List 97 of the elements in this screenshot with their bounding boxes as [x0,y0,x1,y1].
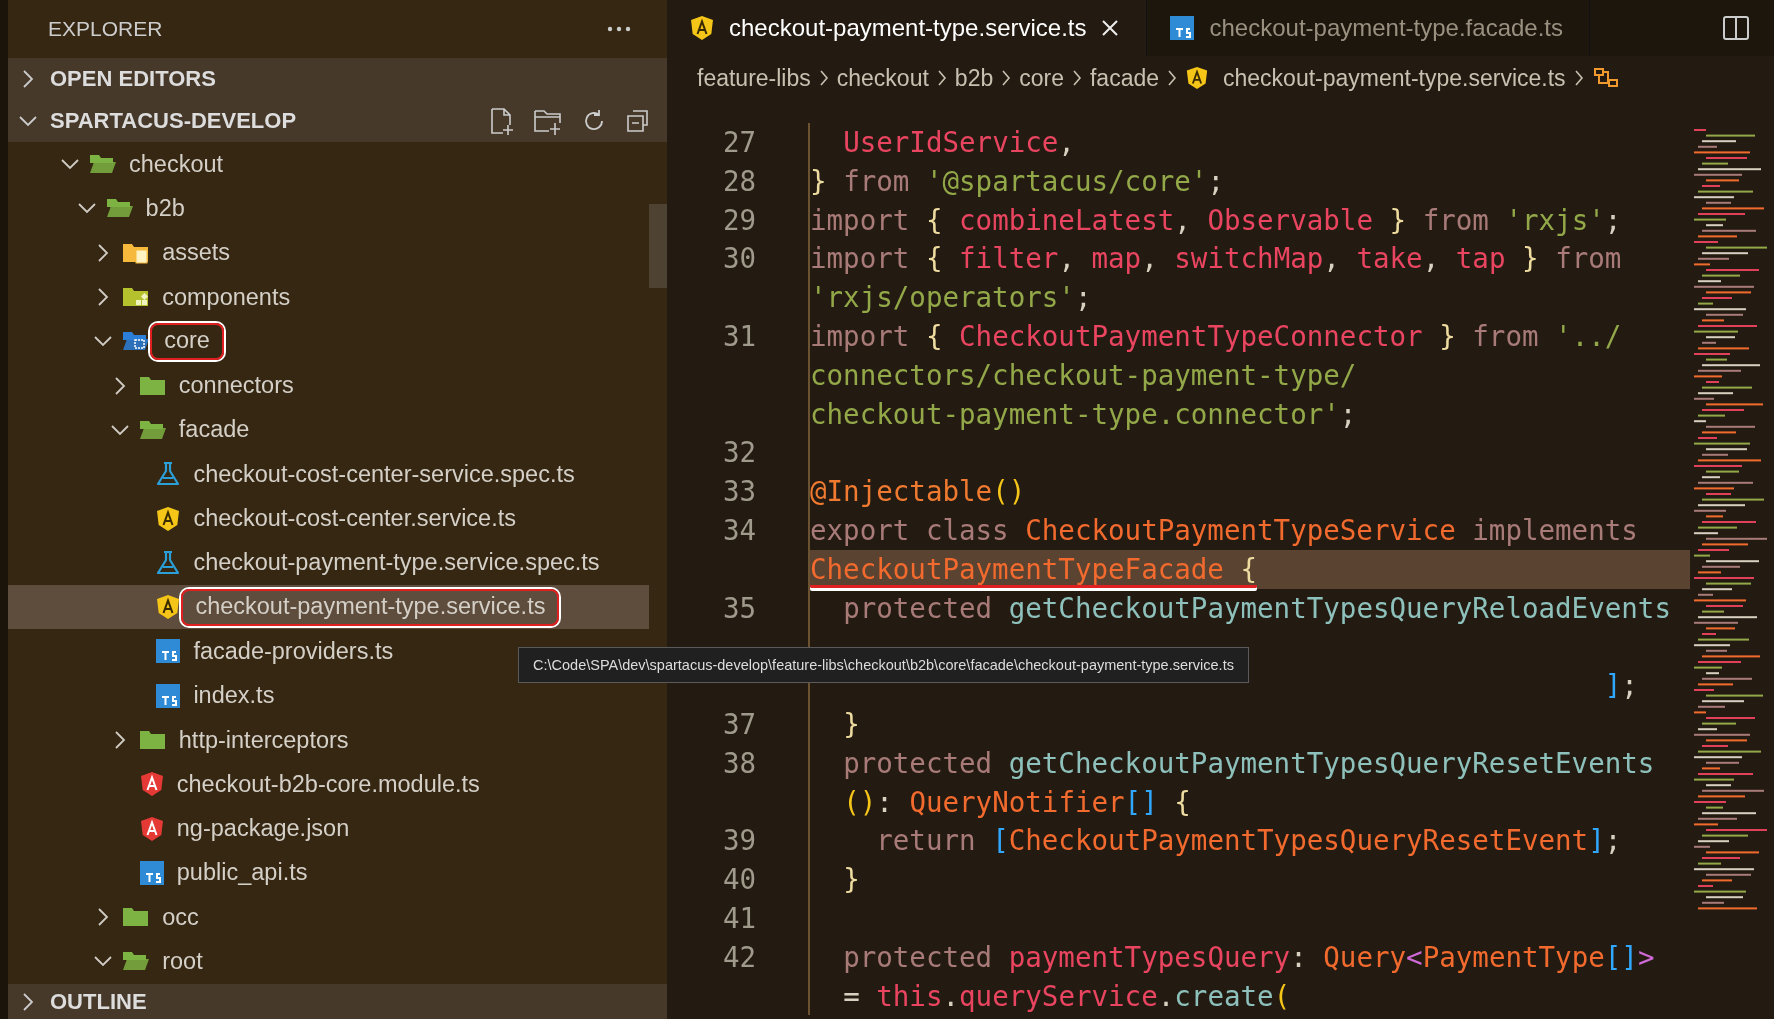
chevron-icon [1573,69,1584,87]
breadcrumb-item[interactable]: core [1019,64,1064,92]
code-line: (): QueryNotifier[] { [843,785,1191,818]
line-number: 33 [722,475,756,508]
new-file-icon[interactable] [489,107,515,135]
tree-item[interactable]: core [8,319,232,364]
panel-title: EXPLORER [48,17,163,41]
tree-item[interactable]: components [8,274,299,320]
code-line: protected getCheckoutPaymentTypesQueryReloadEvents [843,591,1671,624]
folder-icon [138,728,167,752]
shield-icon [138,815,165,842]
code-line: ]; [1604,669,1638,702]
code-line: } from '@spartacus/core'; [810,164,1224,197]
breadcrumb-item[interactable]: b2b [954,64,994,92]
chevron-icon [1071,69,1082,87]
line-number: 31 [722,320,756,352]
tree-item[interactable]: index.ts [8,673,283,718]
line-number: 32 [722,436,756,469]
chevron-icon [936,69,947,87]
breadcrumb-item[interactable]: feature-libs [697,64,811,92]
ts-file-icon [155,638,182,665]
code-line: connectors/checkout-payment-type/ [810,358,1357,391]
code-line: = this.queryService.create( [843,979,1291,1012]
shield-icon [138,771,165,798]
line-number: 27 [722,126,756,158]
annotation-frame: core [150,322,224,360]
tree-item[interactable]: http-interceptors [8,717,357,763]
code-line: import { filter, map, switchMap, take, tap } from [810,242,1622,275]
tree-item[interactable]: ng-package.json [8,806,358,851]
code-line: export class CheckoutPaymentTypeService implements [810,513,1638,546]
shield-icon [1185,66,1210,90]
tree-item[interactable]: root [8,939,211,984]
line-number: 40 [722,863,756,896]
tree-item[interactable]: checkout-cost-center-service.spec.ts [8,452,583,497]
line-number: 38 [722,746,756,779]
breadcrumb-item[interactable]: checkout-payment-type.service.ts [1185,64,1566,92]
line-number: 37 [722,707,756,740]
chevron-icon [818,69,829,87]
code-line: import { combineLatest, Observable } from 'rxjs'; [810,203,1622,236]
code-line: } [843,863,860,896]
section-title: SPARTACUS-DEVELOP [50,108,297,134]
split-editor-icon[interactable] [1722,15,1750,41]
section-title: OUTLINE [50,988,147,1015]
tree-item[interactable]: checkout [8,142,232,187]
close-icon[interactable] [1100,18,1121,38]
code-line: protected paymentTypesQuery: Query<PaymentType[]> [843,940,1655,973]
code-line: CheckoutPaymentTypeFacade { [810,552,1258,588]
chevron-icon [1001,69,1012,87]
tree-item[interactable]: checkout-payment-type.service.spec.ts [8,540,608,585]
section-title: OPEN EDITORS [50,66,216,92]
code-line: import { CheckoutPaymentTypeConnector } from '../ [810,320,1622,352]
tree-item[interactable]: facade-providers.ts [8,629,402,674]
line-number: 28 [722,164,756,197]
tree-item[interactable]: checkout-b2b-core.module.ts [8,762,488,807]
shield-icon [155,505,182,532]
code-line: } [843,707,860,740]
section-header[interactable]: OUTLINE [8,984,667,1019]
code-line: 'rxjs/operators'; [810,281,1092,314]
new-folder-icon[interactable] [533,107,563,135]
flask-icon [155,461,182,488]
tree-item[interactable]: assets [8,230,239,275]
line-number: 34 [722,513,756,546]
path-tooltip: C:\Code\SPA\dev\spartacus-develop\feature-libs\checkout\b2b\core\facade\checkout-payment-type.service.ts [518,647,1249,683]
section-header[interactable]: OPEN EDITORS [8,58,667,100]
code-line: checkout-payment-type.connector'; [810,397,1357,430]
shield-icon [155,594,182,621]
line-number: 41 [722,901,756,934]
ts-file-icon [1169,15,1196,41]
tree-item[interactable]: checkout-payment-type.service.ts [8,584,649,630]
code-line: protected getCheckoutPaymentTypesQueryResetEvents [843,746,1655,779]
line-number: 39 [722,824,756,857]
line-number: 30 [722,242,756,275]
line-number: 42 [722,940,756,973]
code-line: return [CheckoutPaymentTypesQueryResetEvent]; [876,824,1622,857]
tree-item[interactable]: public_api.ts [8,850,316,896]
code-line: UserIdService, [843,126,1075,158]
ts-file-icon [155,682,182,709]
chevron-icon [1167,69,1178,87]
code-line: @Injectable() [810,475,1026,508]
tree-item[interactable]: b2b [8,186,193,231]
tree-item[interactable]: facade [8,407,258,453]
shield-icon [689,15,715,41]
tree-item[interactable]: occ [8,895,207,940]
section-header[interactable]: SPARTACUS-DEVELOP [8,100,667,142]
line-number: 35 [722,591,756,624]
scrollbar[interactable] [649,204,667,288]
ts-file-icon [138,859,165,886]
tree-item[interactable]: checkout-cost-center.service.ts [8,496,524,541]
line-number: 29 [722,203,756,236]
more-icon[interactable] [607,26,631,32]
flask-icon [155,549,182,576]
editor-tab[interactable]: checkout-payment-type.service.ts [667,0,1148,56]
breadcrumb-item[interactable]: checkout [836,64,929,92]
annotation-frame: checkout-payment-type.service.ts [181,588,560,626]
tree-item[interactable]: connectors [8,363,302,408]
breadcrumb-item[interactable]: facade [1089,64,1160,92]
collapse-all-icon[interactable] [625,108,651,134]
